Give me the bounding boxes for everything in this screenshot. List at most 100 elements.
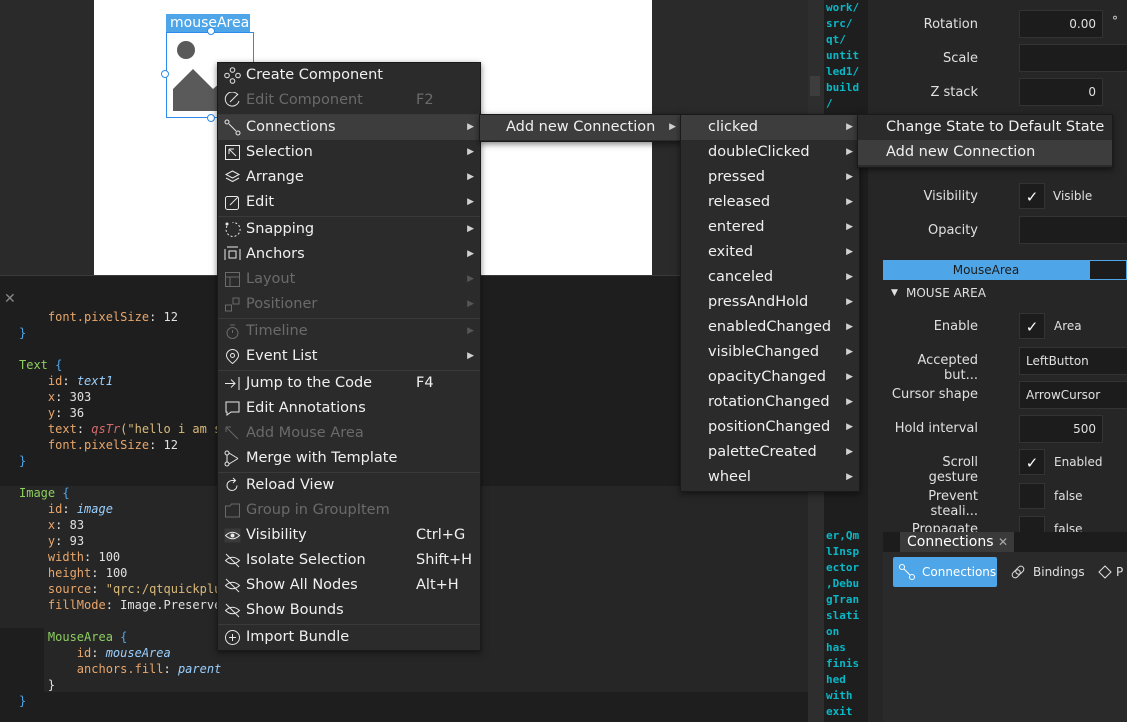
menu-item-edit-annotations[interactable]: Edit Annotations [218, 396, 480, 421]
cursor-shape-field[interactable]: ArrowCursor [1019, 381, 1127, 409]
resize-handle-top[interactable] [207, 27, 215, 35]
code-property: font.pixelSize [47, 310, 150, 324]
code-property: id [47, 502, 63, 516]
menu-item-label: Add new Connection [506, 119, 656, 135]
group-icon [224, 502, 241, 519]
menu-item-reload-view[interactable]: Reload View [218, 473, 480, 498]
visible-checkbox[interactable]: ✓ [1019, 183, 1045, 209]
signal-item-released[interactable]: released ▶ [681, 190, 859, 215]
code-value: 303 [69, 390, 92, 404]
accepted-buttons-field[interactable]: LeftButton [1019, 347, 1127, 375]
scale-label: Scale [943, 51, 978, 66]
action-item-add-new-connection[interactable]: Add new Connection [858, 140, 1112, 165]
signal-item-canceled[interactable]: canceled ▶ [681, 265, 859, 290]
action-item-change-state-to-default-state[interactable]: Change State to Default State [858, 115, 1112, 140]
mousearea-section-bar[interactable]: MouseArea [883, 260, 1089, 280]
signal-item-exited[interactable]: exited ▶ [681, 240, 859, 265]
signal-item-rotationchanged[interactable]: rotationChanged ▶ [681, 390, 859, 415]
chevron-right-icon: ▶ [669, 122, 676, 132]
rotation-field[interactable]: 0.00 [1019, 10, 1103, 38]
propagate-checkbox[interactable] [1019, 516, 1045, 532]
signal-item-enabledchanged[interactable]: enabledChanged ▶ [681, 315, 859, 340]
enable-label: Enable [933, 319, 978, 334]
context-menu: Create Component Edit Component F2 Connecti… [217, 62, 481, 651]
opacity-field[interactable] [1019, 216, 1127, 244]
code-line: y: 93 [47, 534, 85, 548]
properties-button[interactable]: P [1098, 557, 1127, 587]
signal-item-entered[interactable]: entered ▶ [681, 215, 859, 240]
signal-item-wheel[interactable]: wheel ▶ [681, 465, 859, 490]
chevron-right-icon: ▶ [846, 347, 853, 357]
code-line: id: mouseArea [76, 646, 171, 660]
annotations-icon [224, 400, 241, 417]
scroll-gesture-checkbox[interactable]: ✓ [1019, 449, 1045, 475]
menu-item-show-all-nodes[interactable]: Show All Nodes Alt+H [218, 573, 480, 598]
menu-item-visibility[interactable]: Visibility Ctrl+G [218, 523, 480, 548]
zstack-field[interactable]: 0 [1019, 78, 1103, 106]
resize-handle-bottom[interactable] [207, 114, 215, 122]
menu-item-import-bundle[interactable]: Import Bundle [218, 625, 480, 650]
hold-interval-field[interactable]: 500 [1019, 415, 1103, 443]
menu-item-add-mouse-area: Add Mouse Area [218, 421, 480, 446]
code-identifier: mouseArea [105, 646, 171, 660]
chevron-right-icon: ▶ [467, 172, 474, 182]
rotation-unit: ° [1112, 14, 1118, 28]
code-brace: { [62, 486, 70, 500]
action-submenu: Change State to Default State Add new Con… [857, 114, 1113, 168]
code-line: x: 303 [47, 390, 92, 404]
signal-item-visiblechanged[interactable]: visibleChanged ▶ [681, 340, 859, 365]
menu-item-label: Edit Annotations [246, 400, 366, 416]
code-value: 36 [69, 406, 85, 420]
menu-item-create-component[interactable]: Create Component [218, 63, 480, 88]
menu-item-shortcut: F4 [416, 375, 434, 391]
signal-item-opacitychanged[interactable]: opacityChanged ▶ [681, 365, 859, 390]
menu-item-merge-with-template[interactable]: Merge with Template [218, 446, 480, 471]
menu-item-label: Reload View [246, 477, 335, 493]
propagate-label: Propagate ev... [911, 522, 978, 532]
chevron-right-icon: ▶ [846, 372, 853, 382]
menu-item-edit[interactable]: Edit ▶ [218, 190, 480, 215]
scroll-gesture-check-label: Enabled [1054, 455, 1103, 469]
code-line: } [19, 677, 55, 693]
signal-item-palettecreated[interactable]: paletteCreated ▶ [681, 440, 859, 465]
menu-item-add-new-connection[interactable]: Add new Connection ▶ [480, 115, 682, 140]
menu-item-label: Show All Nodes [246, 577, 358, 593]
menu-item-label: entered [708, 219, 765, 235]
mouse-area-section-header[interactable]: ▼ MOUSE AREA [883, 282, 1127, 304]
code-line: id: text1 [47, 374, 113, 388]
code-line: Text { [19, 357, 62, 373]
signal-item-pressed[interactable]: pressed ▶ [681, 165, 859, 190]
signal-item-positionchanged[interactable]: positionChanged ▶ [681, 415, 859, 440]
signal-item-pressandhold[interactable]: pressAndHold ▶ [681, 290, 859, 315]
scrollbar-thumb[interactable] [810, 76, 820, 96]
mousearea-section-bar-end [1089, 260, 1127, 280]
chevron-right-icon: ▶ [846, 297, 853, 307]
menu-item-label: enabledChanged [708, 319, 832, 335]
event-list-icon [224, 348, 241, 365]
enable-checkbox[interactable]: ✓ [1019, 313, 1045, 339]
menu-item-arrange[interactable]: Arrange ▶ [218, 165, 480, 190]
scale-field[interactable] [1019, 44, 1127, 72]
menu-item-event-list[interactable]: Event List ▶ [218, 344, 480, 369]
signal-item-clicked[interactable]: clicked ▶ [681, 115, 859, 140]
bindings-button[interactable]: Bindings [1008, 557, 1098, 587]
prevent-stealing-checkbox[interactable] [1019, 483, 1045, 509]
menu-item-jump-to-the-code[interactable]: Jump to the Code F4 [218, 371, 480, 396]
signal-item-doubleclicked[interactable]: doubleClicked ▶ [681, 140, 859, 165]
properties-button-label: P [1116, 565, 1124, 579]
tab-connections[interactable]: Connections ✕ [900, 532, 1014, 552]
code-line: font.pixelSize: 12 [47, 438, 178, 452]
resize-handle-left[interactable] [161, 70, 169, 78]
menu-item-snapping[interactable]: Snapping ▶ [218, 217, 480, 242]
menu-item-label: Connections [246, 119, 336, 135]
menu-item-timeline: Timeline ▶ [218, 319, 480, 344]
menu-item-anchors[interactable]: Anchors ▶ [218, 242, 480, 267]
menu-item-connections[interactable]: Connections ▶ [218, 115, 480, 140]
connections-button[interactable]: Connections [893, 557, 997, 587]
menu-item-show-bounds[interactable]: Show Bounds [218, 598, 480, 623]
menu-item-isolate-selection[interactable]: Isolate Selection Shift+H [218, 548, 480, 573]
section-title: MOUSE AREA [906, 286, 986, 300]
close-icon[interactable]: ✕ [4, 292, 18, 306]
menu-item-selection[interactable]: Selection ▶ [218, 140, 480, 165]
close-icon[interactable]: ✕ [998, 532, 1008, 552]
